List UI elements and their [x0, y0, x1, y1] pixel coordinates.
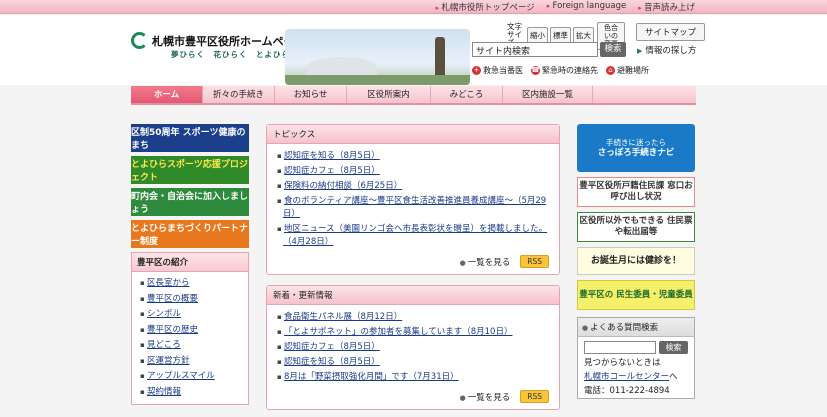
list-item[interactable]: 認知症カフェ（8月5日）	[277, 165, 549, 178]
news-more-link[interactable]: 一覧を見る	[460, 391, 511, 403]
faq-search-button[interactable]: 検索	[658, 341, 688, 354]
banner-tetsuzuki-navi[interactable]: 手続きに迷ったら さっぽろ手続きナビ	[577, 124, 695, 172]
evacuation-icon: ⌂	[606, 66, 615, 75]
banner-sports-health[interactable]: 区制50周年 スポーツ健康のまち	[131, 124, 249, 152]
call-center-link[interactable]: 札幌市コールセンター	[584, 372, 669, 382]
global-nav: ホーム 折々の手続き お知らせ 区役所案内 みどころ 区内施設一覧	[131, 86, 696, 105]
tab-facilities[interactable]: 区内施設一覧	[503, 86, 593, 103]
list-item[interactable]: 8月は「野菜摂取強化月間」です（7月31日）	[277, 371, 549, 384]
logo-mark-icon	[131, 32, 148, 49]
plus-icon: +	[472, 66, 481, 75]
news-title: 新着・更新情報	[267, 286, 559, 305]
header-photo	[285, 29, 470, 85]
list-item[interactable]: 地区ニュース（美園リンゴ会へ市長表彰状を贈呈）を掲載しました。（4月28日）	[277, 223, 549, 249]
banner-machizukuri-partner[interactable]: とよひらまちづくりパートナー制度	[131, 220, 249, 248]
site-header: 札幌市豊平区役所ホームページ 夢ひらく 花ひらく とよひらく 文字サイズ 縮小 …	[0, 15, 827, 85]
navi-subtitle: 手続きに迷ったら	[606, 138, 666, 147]
link-foreign-language[interactable]: Foreign language	[547, 1, 626, 13]
news-rss-button[interactable]: RSS	[520, 390, 549, 403]
site-logo[interactable]: 札幌市豊平区役所ホームページ	[131, 32, 305, 49]
banner-neighborhood-association[interactable]: 町内会・自治会に加入しましょう	[131, 188, 249, 216]
faq-search-input[interactable]	[584, 341, 656, 354]
link-city-top[interactable]: 札幌市役所トップページ	[436, 1, 534, 13]
link-voice-reading[interactable]: 音声読み上げ	[638, 1, 695, 13]
banner-resident-certificate[interactable]: 区役所以外でもできる 住民票や転出届等	[577, 212, 695, 242]
faq-search-box: よくある質問検索 検索 見つからないときは 札幌市コールセンターへ 電話：011…	[577, 317, 695, 399]
tab-news[interactable]: お知らせ	[275, 86, 347, 103]
right-column: 手続きに迷ったら さっぽろ手続きナビ 豊平区役所戸籍住民課 窓口お呼び出し状況 …	[577, 124, 695, 399]
text-enlarge-button[interactable]: 拡大	[573, 26, 594, 44]
evacuation-link[interactable]: ⌂ 避難場所	[606, 65, 649, 76]
list-item[interactable]: シンボル	[140, 307, 240, 323]
topics-title: トピックス	[267, 125, 559, 144]
tab-sightseeing[interactable]: みどころ	[431, 86, 503, 103]
faq-title: よくある質問検索	[578, 318, 694, 337]
topics-panel: トピックス 認知症を知る（8月5日） 認知症カフェ（8月5日） 保険料の納付相談…	[266, 124, 560, 275]
list-item[interactable]: 区運営方針	[140, 354, 240, 370]
site-search-button[interactable]: 検索	[600, 42, 626, 57]
list-item[interactable]: 見どころ	[140, 338, 240, 354]
emergency-contact-link[interactable]: ☎ 緊急時の連絡先	[531, 65, 598, 76]
ground-illustration	[285, 75, 470, 85]
faq-hint: 見つからないときは	[584, 358, 661, 368]
site-title: 札幌市豊平区役所ホームページ	[152, 34, 306, 48]
list-item[interactable]: 認知症を知る（8月5日）	[277, 150, 549, 163]
tab-home[interactable]: ホーム	[131, 86, 203, 103]
faq-suffix: へ	[669, 372, 678, 382]
topics-rss-button[interactable]: RSS	[520, 255, 549, 268]
banner-sports-project[interactable]: とよひらスポーツ応援プロジェクト	[131, 156, 249, 184]
news-panel: 新着・更新情報 食品衛生パネル展（8月12日） 「とよサポネット」の参加者を募集…	[266, 285, 560, 410]
list-item[interactable]: 保険料の納付相談（6月25日）	[277, 180, 549, 193]
list-item[interactable]: 区長室から	[140, 276, 240, 292]
faq-phone: 電話：011-222-4894	[584, 386, 670, 396]
site-search-input[interactable]: サイト内検索	[472, 42, 598, 57]
list-item[interactable]: 「とよサポネット」の参加者を募集しています（8月10日）	[277, 326, 549, 339]
banner-welfare-commissioner[interactable]: 豊平区の 民生委員・児童委員	[577, 280, 695, 310]
top-utility-bar: 札幌市役所トップページ Foreign language 音声読み上げ	[0, 0, 827, 14]
text-shrink-button[interactable]: 縮小	[527, 26, 548, 44]
phone-icon: ☎	[531, 66, 540, 75]
emergency-links: + 救急当番医 ☎ 緊急時の連絡先 ⌂ 避難場所	[472, 65, 649, 76]
ward-intro-title: 豊平区の紹介	[132, 253, 248, 272]
tab-ward-office-guide[interactable]: 区役所案内	[347, 86, 431, 103]
list-item[interactable]: アップルスマイル	[140, 369, 240, 385]
list-item[interactable]: 食のボランティア講座～豊平区食生活改善推進員養成講座～（5月29日）	[277, 195, 549, 221]
tab-procedures[interactable]: 折々の手続き	[203, 86, 275, 103]
statue-illustration	[435, 37, 445, 77]
list-item[interactable]: 食品衛生パネル展（8月12日）	[277, 311, 549, 324]
ward-intro-box: 豊平区の紹介 区長室から 豊平区の概要 シンボル 豊平区の歴史 見どころ 区運営…	[131, 252, 249, 405]
list-item[interactable]: 認知症を知る（8月5日）	[277, 356, 549, 369]
text-standard-button[interactable]: 標準	[550, 26, 571, 44]
howto-link[interactable]: 情報の探し方	[637, 44, 696, 56]
emergency-doctor-link[interactable]: + 救急当番医	[472, 65, 523, 76]
topics-more-link[interactable]: 一覧を見る	[460, 256, 511, 268]
dome-illustration	[307, 57, 377, 77]
sitemap-button[interactable]: サイトマップ	[636, 23, 706, 41]
list-item[interactable]: 豊平区の概要	[140, 292, 240, 308]
banner-health-checkup[interactable]: お誕生月には健診を！	[577, 247, 695, 275]
site-tagline: 夢ひらく 花ひらく とよひらく	[171, 50, 299, 59]
left-column: 区制50周年 スポーツ健康のまち とよひらスポーツ応援プロジェクト 町内会・自治…	[131, 124, 249, 405]
navi-title: さっぽろ手続きナビ	[597, 148, 675, 158]
list-item[interactable]: 豊平区の歴史	[140, 323, 240, 339]
banner-window-status[interactable]: 豊平区役所戸籍住民課 窓口お呼び出し状況	[577, 177, 695, 207]
list-item[interactable]: 認知症カフェ（8月5日）	[277, 341, 549, 354]
list-item[interactable]: 契約情報	[140, 385, 240, 401]
